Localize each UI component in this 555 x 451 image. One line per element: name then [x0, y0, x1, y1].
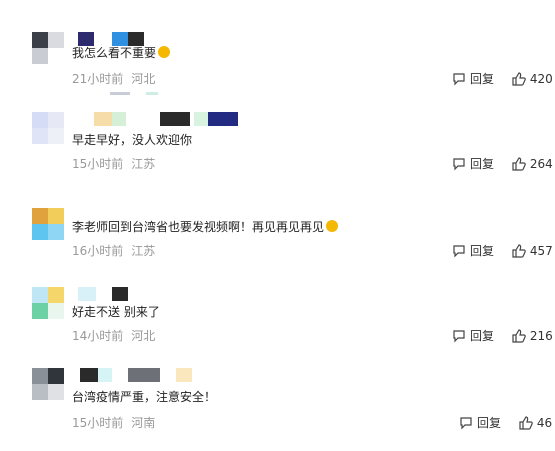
reply-button[interactable]: 回复 — [452, 155, 494, 172]
comment-meta: 15小时前 河南 — [72, 414, 155, 431]
comment-text: 好走不送 别来了 — [72, 305, 160, 319]
chat-bubble-icon — [453, 329, 465, 342]
redacted-strip — [146, 92, 158, 95]
thumbs-up-icon — [512, 71, 526, 86]
avatar[interactable] — [32, 208, 64, 240]
comment-time: 16小时前 — [72, 244, 124, 258]
comment-location: 江苏 — [131, 157, 156, 171]
redacted-strip — [110, 92, 130, 95]
comment-text: 台湾疫情严重，注意安全！ — [72, 390, 217, 404]
comment-meta: 15小时前 江苏 — [72, 155, 155, 172]
reply-label: 回复 — [470, 244, 495, 258]
chat-bubble-icon — [460, 416, 472, 429]
comment-text: 我怎么看不重要 — [72, 45, 171, 61]
avatar[interactable] — [32, 287, 64, 319]
reply-button[interactable]: 回复 — [452, 327, 494, 344]
comment-time: 14小时前 — [72, 329, 124, 343]
avatar[interactable] — [32, 32, 64, 64]
comment-location: 江苏 — [131, 244, 156, 258]
like-count: 457 — [529, 243, 553, 258]
reply-button[interactable]: 回复 — [459, 414, 501, 431]
comment-actions: 回复 264 — [452, 155, 553, 174]
chat-bubble-icon — [453, 72, 465, 85]
comment-location: 河北 — [131, 329, 156, 343]
like-count: 420 — [529, 71, 553, 86]
comment-meta: 14小时前 河北 — [72, 327, 155, 344]
comment-meta: 16小时前 江苏 — [72, 242, 155, 259]
reply-button[interactable]: 回复 — [452, 70, 494, 87]
like-button[interactable]: 264 — [512, 157, 553, 171]
chat-bubble-icon — [453, 157, 465, 170]
worried-face-emoji — [158, 46, 171, 58]
thumbs-up-icon — [512, 243, 526, 258]
username-redacted[interactable] — [78, 112, 248, 126]
reply-label: 回复 — [477, 416, 502, 430]
comment-location: 河北 — [131, 72, 156, 86]
thumbs-up-icon — [512, 156, 526, 171]
like-button[interactable]: 420 — [512, 72, 553, 86]
reply-label: 回复 — [470, 72, 495, 86]
like-count: 46 — [536, 415, 553, 430]
reply-label: 回复 — [470, 157, 495, 171]
reply-label: 回复 — [470, 329, 495, 343]
laughing-face-emoji — [326, 220, 339, 232]
comment-time: 15小时前 — [72, 157, 124, 171]
thumbs-up-icon — [519, 415, 533, 430]
reply-button[interactable]: 回复 — [452, 242, 494, 259]
comment-actions: 回复 420 — [452, 70, 553, 89]
comment-time: 21小时前 — [72, 72, 124, 86]
comment-meta: 21小时前 河北 — [72, 70, 155, 87]
like-count: 216 — [529, 328, 553, 343]
avatar[interactable] — [32, 112, 64, 144]
comment-location: 河南 — [131, 416, 156, 430]
thumbs-up-icon — [512, 328, 526, 343]
username-redacted[interactable] — [78, 287, 138, 301]
avatar[interactable] — [32, 368, 64, 400]
username-redacted[interactable] — [78, 32, 148, 46]
like-button[interactable]: 46 — [519, 416, 552, 430]
like-count: 264 — [529, 156, 553, 171]
comment-time: 15小时前 — [72, 416, 124, 430]
comment-actions: 回复 457 — [452, 242, 553, 261]
comment-actions: 回复 216 — [452, 327, 553, 346]
chat-bubble-icon — [453, 244, 465, 257]
like-button[interactable]: 457 — [512, 244, 553, 258]
comment-text: 李老师回到台湾省也要发视频啊！再见再见再见 — [72, 219, 339, 235]
comment-text: 早走早好，没人欢迎你 — [72, 133, 193, 147]
username-redacted[interactable] — [78, 368, 198, 382]
comment-actions: 回复 46 — [459, 414, 552, 433]
like-button[interactable]: 216 — [512, 329, 553, 343]
